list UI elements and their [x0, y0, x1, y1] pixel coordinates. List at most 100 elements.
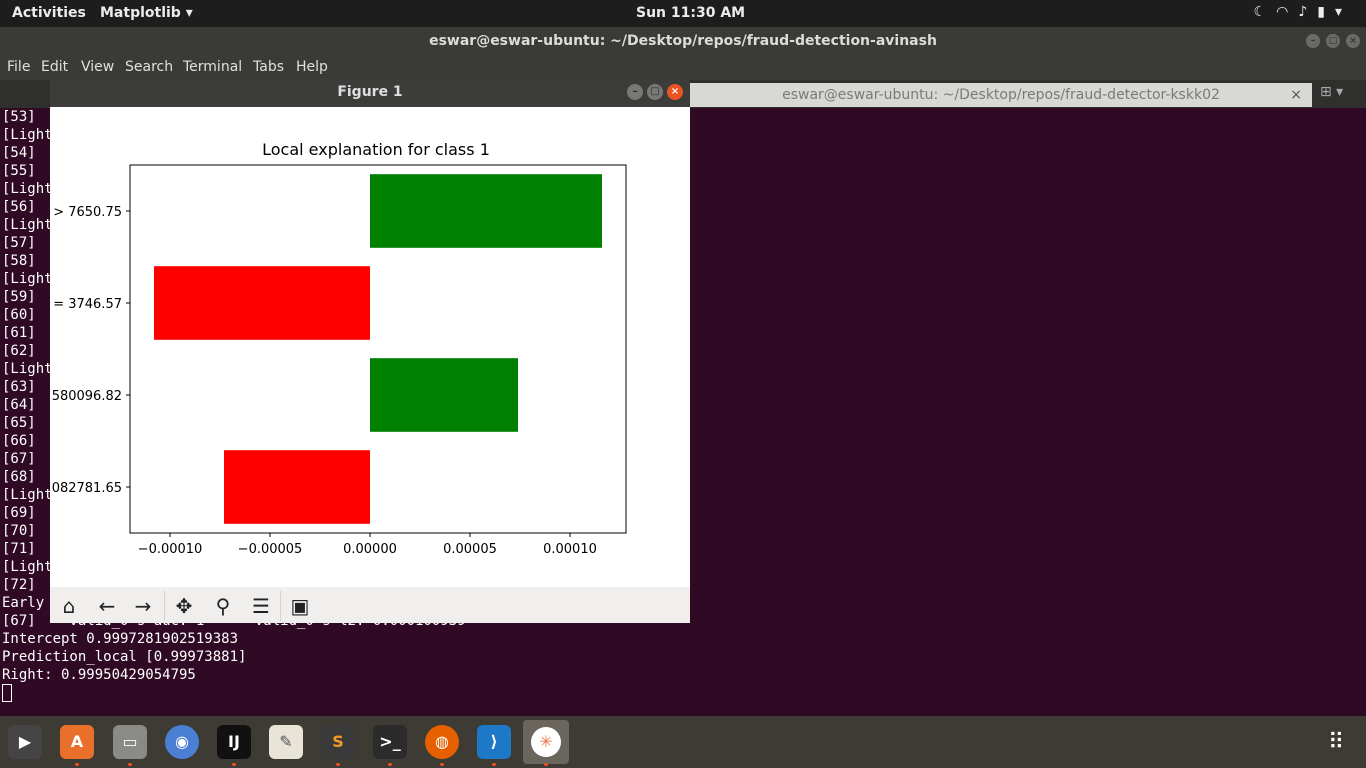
- matplotlib-logo-icon: ✳: [531, 727, 561, 757]
- terminal-line: [64]: [2, 397, 36, 413]
- terminal-line: [Light: [2, 127, 53, 143]
- wifi-icon: ◠: [1276, 4, 1299, 20]
- bar: [370, 358, 518, 432]
- gnome-top-bar: Activities Matplotlib ▾ Sun 11:30 AM ☾◠♪…: [0, 0, 1366, 27]
- terminal-line: [Light: [2, 181, 53, 197]
- terminal-line: [54]: [2, 145, 36, 161]
- new-tab-icon[interactable]: ⊞ ▾: [1320, 84, 1343, 100]
- menu-file[interactable]: File: [7, 59, 30, 75]
- intellij-icon[interactable]: IJ: [217, 725, 251, 759]
- figure-title-bar[interactable]: Figure 1 – □ ×: [50, 78, 690, 107]
- running-indicator: [388, 763, 392, 766]
- running-indicator: [336, 763, 340, 766]
- x-tick-label: 0.00000: [343, 542, 397, 557]
- minimize-icon[interactable]: –: [627, 84, 643, 100]
- bar: [154, 266, 370, 340]
- text-editor-icon[interactable]: ✎: [269, 725, 303, 759]
- y-tick-label: = 3746.57: [53, 297, 122, 312]
- y-tick-label: > 7650.75: [53, 205, 122, 220]
- chevron-down-icon: ▾: [1334, 4, 1352, 20]
- sublime-text-icon[interactable]: S: [321, 725, 355, 759]
- system-tray[interactable]: ☾◠♪▮▾: [1254, 4, 1352, 20]
- clock[interactable]: Sun 11:30 AM: [636, 5, 745, 21]
- files-icon[interactable]: ▭: [113, 725, 147, 759]
- firefox-icon[interactable]: ◍: [425, 725, 459, 759]
- terminal-line: [66]: [2, 433, 36, 449]
- terminal-line: [68]: [2, 469, 36, 485]
- menu-tabs[interactable]: Tabs: [253, 59, 284, 75]
- save-icon[interactable]: ▣: [287, 593, 313, 619]
- terminal-line: [59]: [2, 289, 36, 305]
- terminal-title-bar: eswar@eswar-ubuntu: ~/Desktop/repos/frau…: [0, 27, 1366, 56]
- running-indicator: [232, 763, 236, 766]
- ubuntu-dock: ▶ A ▭ ◉ IJ ✎ S >_ ◍ ⟩ ✳: [0, 716, 1366, 768]
- matplotlib-active-icon[interactable]: ✳: [523, 720, 569, 764]
- bar: [224, 450, 370, 524]
- forward-arrow-icon[interactable]: →: [130, 593, 156, 619]
- terminal-line: [61]: [2, 325, 36, 341]
- menu-search[interactable]: Search: [125, 59, 173, 75]
- terminal-line: Intercept 0.9997281902519383: [2, 631, 239, 647]
- minimize-icon[interactable]: –: [1306, 34, 1320, 48]
- terminal-line: [65]: [2, 415, 36, 431]
- bar: [370, 174, 602, 248]
- terminal-line: [57]: [2, 235, 36, 251]
- configure-subplots-icon[interactable]: ☰: [248, 593, 274, 619]
- terminal-title: eswar@eswar-ubuntu: ~/Desktop/repos/frau…: [429, 33, 937, 49]
- terminal-menubar: File Edit View Search Terminal Tabs Help: [0, 56, 1366, 80]
- bar-chart: Local explanation for class 1 > 7650.75 =…: [52, 140, 627, 557]
- x-tick-label: −0.00005: [238, 542, 303, 557]
- x-tick-label: −0.00010: [138, 542, 203, 557]
- terminal-line: [Light: [2, 217, 53, 233]
- terminal-line: [60]: [2, 307, 36, 323]
- zoom-icon[interactable]: ⚲: [210, 593, 236, 619]
- terminal-line: [55]: [2, 163, 36, 179]
- vscode-icon[interactable]: ⟩: [477, 725, 511, 759]
- terminal-line: [63]: [2, 379, 36, 395]
- video-editor-icon[interactable]: ▶: [8, 725, 42, 759]
- running-indicator: [128, 763, 132, 766]
- menu-view[interactable]: View: [81, 59, 114, 75]
- terminal-line: Right: 0.99950429054795: [2, 667, 196, 683]
- menu-edit[interactable]: Edit: [41, 59, 68, 75]
- close-icon[interactable]: ×: [1346, 34, 1360, 48]
- pan-icon[interactable]: ✥: [171, 593, 197, 619]
- menu-help[interactable]: Help: [296, 59, 328, 75]
- terminal-line: [69]: [2, 505, 36, 521]
- menu-terminal[interactable]: Terminal: [183, 59, 242, 75]
- back-arrow-icon[interactable]: ←: [94, 593, 120, 619]
- terminal-line: [Light: [2, 361, 53, 377]
- terminal-line: [56]: [2, 199, 36, 215]
- close-icon[interactable]: ×: [667, 84, 683, 100]
- terminal-line: [71]: [2, 541, 36, 557]
- y-tick-label: 580096.82: [52, 389, 122, 404]
- terminal-line: [72]: [2, 577, 36, 593]
- terminal-line: [Light: [2, 487, 53, 503]
- terminal-icon[interactable]: >_: [373, 725, 407, 759]
- terminal-line: [Light: [2, 559, 53, 575]
- terminal-line: [70]: [2, 523, 36, 539]
- x-tick-label: 0.00005: [443, 542, 497, 557]
- tab-2-label: eswar@eswar-ubuntu: ~/Desktop/repos/frau…: [782, 87, 1220, 103]
- figure-toolbar: ⌂ ← → ✥ ⚲ ☰ ▣: [50, 587, 690, 623]
- show-applications-icon[interactable]: ⠿: [1328, 730, 1344, 755]
- software-center-icon[interactable]: A: [60, 725, 94, 759]
- terminal-tab-2[interactable]: eswar@eswar-ubuntu: ~/Desktop/repos/frau…: [690, 83, 1312, 107]
- maximize-icon[interactable]: □: [647, 84, 663, 100]
- toolbar-separator: [164, 591, 165, 621]
- terminal-cursor: [2, 684, 12, 702]
- terminal-line: Prediction_local [0.99973881]: [2, 649, 247, 665]
- activities-button[interactable]: Activities: [12, 5, 86, 21]
- maximize-icon[interactable]: □: [1326, 34, 1340, 48]
- chromium-icon[interactable]: ◉: [165, 725, 199, 759]
- running-indicator: [440, 763, 444, 766]
- toolbar-separator: [280, 591, 281, 621]
- terminal-line: Early: [2, 595, 45, 611]
- volume-icon: ♪: [1298, 4, 1318, 20]
- home-icon[interactable]: ⌂: [56, 593, 82, 619]
- app-menu[interactable]: Matplotlib ▾: [100, 5, 193, 21]
- chart-title: Local explanation for class 1: [262, 140, 490, 159]
- x-tick-label: 0.00010: [543, 542, 597, 557]
- terminal-line: [53]: [2, 109, 36, 125]
- tab-close-icon[interactable]: ×: [1290, 83, 1302, 107]
